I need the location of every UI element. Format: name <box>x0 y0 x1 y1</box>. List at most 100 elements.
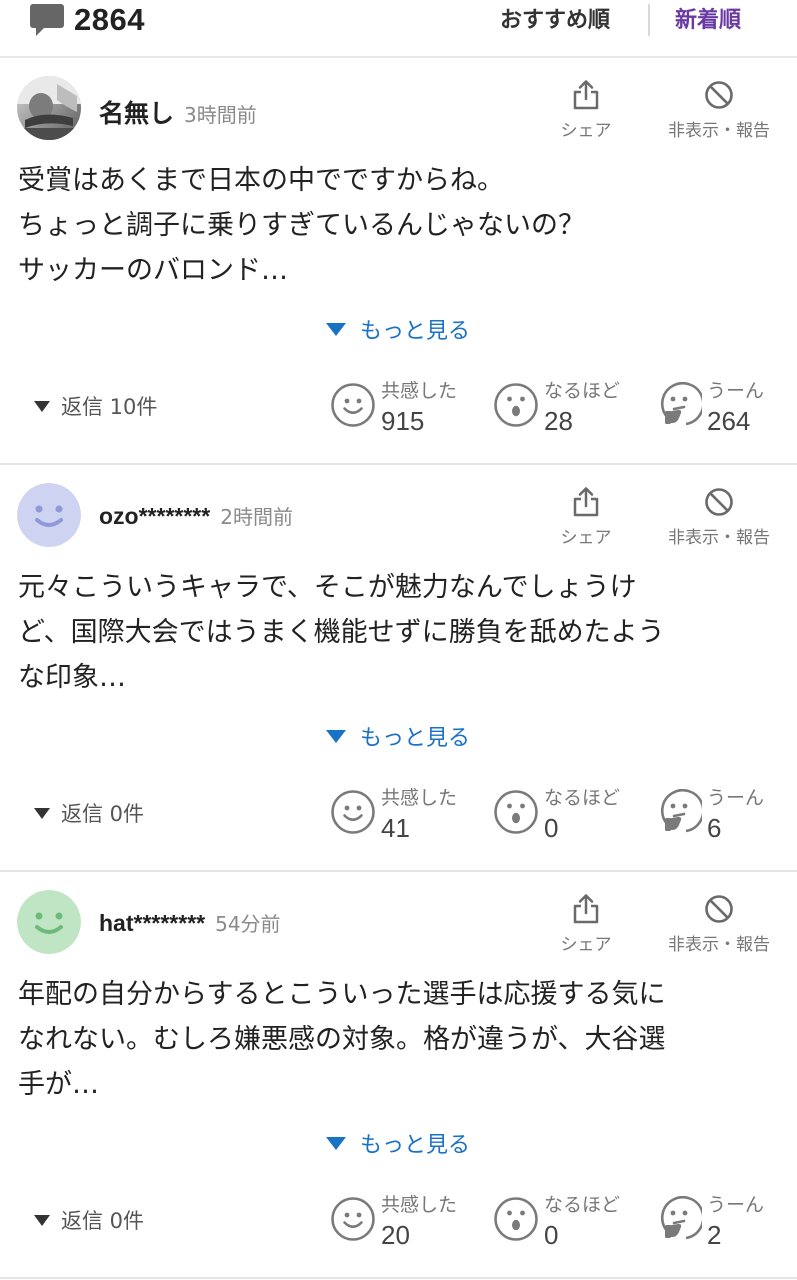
block-icon <box>702 485 736 519</box>
empathy-label: 共感した <box>381 787 458 809</box>
sort-newest-tab[interactable]: 新着順 <box>675 2 741 34</box>
share-icon <box>569 485 603 519</box>
replies-toggle[interactable]: 返信 0件 <box>34 798 144 828</box>
replies-count: 返信 0件 <box>61 1209 145 1233</box>
replies-count: 返信 10件 <box>61 395 158 419</box>
naruhodo-label: なるほど <box>544 1194 621 1216</box>
smile-face-icon <box>330 1196 376 1242</box>
uun-label: うーん <box>707 787 765 809</box>
replies-count: 返信 0件 <box>61 802 145 826</box>
comment-body-line: ちょっと調子に乗りすぎているんじゃないの？ <box>18 210 585 241</box>
avatar[interactable] <box>17 483 81 547</box>
comment-item: ozo******** 2時間前 シェア 非表示・報告 元々こういうキャラで、そ… <box>0 465 797 872</box>
replies-toggle[interactable]: 返信 0件 <box>34 1205 144 1235</box>
comment-item: 名無し 3時間前 シェア 非表示・報告 受賞はあくまで日本の中でですからね。 ち… <box>0 58 797 465</box>
share-label: シェア <box>560 121 612 141</box>
triangle-down-icon <box>326 322 346 336</box>
share-button[interactable]: シェア <box>552 78 620 141</box>
naruhodo-reaction-button[interactable]: なるほど 28 <box>493 376 643 436</box>
uun-count: 6 <box>707 813 722 843</box>
comments-header: 2864 おすすめ順 新着順 <box>0 0 797 58</box>
naruhodo-label: なるほど <box>544 787 621 809</box>
replies-toggle[interactable]: 返信 10件 <box>34 391 157 421</box>
naruhodo-reaction-button[interactable]: なるほど 0 <box>493 1190 643 1250</box>
comment-body-line: サッカーのバロンド… <box>18 255 288 286</box>
naruhodo-label: なるほど <box>544 380 621 402</box>
uun-label: うーん <box>707 1194 765 1216</box>
hide-report-label: 非表示・報告 <box>668 935 770 955</box>
comment-body-line: なれない。むしろ嫌悪感の対象。格が違うが、大谷選 <box>18 1024 666 1055</box>
comment-count: 2864 <box>74 2 145 37</box>
uun-reaction-button[interactable]: うーん 2 <box>656 1190 797 1250</box>
sort-recommended-tab[interactable]: おすすめ順 <box>500 2 610 34</box>
hide-report-button[interactable]: 非表示・報告 <box>655 78 783 141</box>
share-label: シェア <box>560 935 612 955</box>
hide-report-button[interactable]: 非表示・報告 <box>655 892 783 955</box>
show-more-label: もっと見る <box>360 319 471 344</box>
comment-body-line: 元々こういうキャラで、そこが魅力なんでしょうけ <box>18 572 637 603</box>
comment-meta: 名無し 3時間前 <box>99 94 257 128</box>
post-time: 3時間前 <box>184 103 257 127</box>
empathy-reaction-button[interactable]: 共感した 20 <box>330 1190 480 1250</box>
empathy-count: 915 <box>381 406 425 436</box>
empathy-count: 20 <box>381 1220 410 1250</box>
comment-meta: hat******** 54分前 <box>99 908 281 940</box>
user-name[interactable]: ozo******** <box>99 503 210 530</box>
empathy-label: 共感した <box>381 380 458 402</box>
naruhodo-count: 0 <box>544 813 559 843</box>
triangle-down-icon <box>34 807 50 819</box>
avatar[interactable] <box>17 76 81 140</box>
triangle-down-icon <box>326 1136 346 1150</box>
show-more-label: もっと見る <box>360 726 471 751</box>
empathy-label: 共感した <box>381 1194 458 1216</box>
empathy-reaction-button[interactable]: 共感した 41 <box>330 783 480 843</box>
show-more-button[interactable]: もっと見る <box>326 1127 470 1159</box>
show-more-button[interactable]: もっと見る <box>326 313 470 345</box>
surprised-face-icon <box>493 1196 539 1242</box>
empathy-count: 41 <box>381 813 410 843</box>
surprised-face-icon <box>493 789 539 835</box>
triangle-down-icon <box>34 400 50 412</box>
comment-count-group: 2864 <box>30 2 145 38</box>
hide-report-label: 非表示・報告 <box>668 121 770 141</box>
thinking-face-icon <box>656 789 702 835</box>
surprised-face-icon <box>493 382 539 428</box>
hide-report-button[interactable]: 非表示・報告 <box>655 485 783 548</box>
naruhodo-reaction-button[interactable]: なるほど 0 <box>493 783 643 843</box>
triangle-down-icon <box>326 729 346 743</box>
share-button[interactable]: シェア <box>552 485 620 548</box>
share-icon <box>569 892 603 926</box>
comment-body-line: 年配の自分からするとこういった選手は応援する気に <box>18 979 666 1010</box>
smile-face-icon <box>330 382 376 428</box>
speech-bubble-icon <box>30 2 64 38</box>
uun-count: 2 <box>707 1220 722 1250</box>
empathy-reaction-button[interactable]: 共感した 915 <box>330 376 480 436</box>
user-name[interactable]: hat******** <box>99 910 205 937</box>
thinking-face-icon <box>656 382 702 428</box>
avatar[interactable] <box>17 890 81 954</box>
comment-body-line: 受賞はあくまで日本の中でですからね。 <box>18 165 504 196</box>
naruhodo-count: 28 <box>544 406 573 436</box>
comment-item: hat******** 54分前 シェア 非表示・報告 年配の自分からするとこう… <box>0 872 797 1279</box>
smile-face-icon <box>330 789 376 835</box>
uun-count: 264 <box>707 406 751 436</box>
show-more-button[interactable]: もっと見る <box>326 720 470 752</box>
user-name[interactable]: 名無し <box>99 94 174 130</box>
uun-reaction-button[interactable]: うーん 6 <box>656 783 797 843</box>
uun-reaction-button[interactable]: うーん 264 <box>656 376 797 436</box>
share-icon <box>569 78 603 112</box>
sort-divider <box>648 4 650 36</box>
hide-report-label: 非表示・報告 <box>668 528 770 548</box>
comment-meta: ozo******** 2時間前 <box>99 501 293 533</box>
share-button[interactable]: シェア <box>552 892 620 955</box>
share-label: シェア <box>560 528 612 548</box>
uun-label: うーん <box>707 380 765 402</box>
comment-body: 元々こういうキャラで、そこが魅力なんでしょうけ ど、国際大会ではうまく機能せずに… <box>18 565 788 700</box>
comment-body: 受賞はあくまで日本の中でですからね。 ちょっと調子に乗りすぎているんじゃないの？… <box>18 158 788 293</box>
block-icon <box>702 892 736 926</box>
block-icon <box>702 78 736 112</box>
thinking-face-icon <box>656 1196 702 1242</box>
naruhodo-count: 0 <box>544 1220 559 1250</box>
comment-body-line: 手が… <box>18 1069 99 1100</box>
comment-body-line: な印象… <box>18 662 126 693</box>
